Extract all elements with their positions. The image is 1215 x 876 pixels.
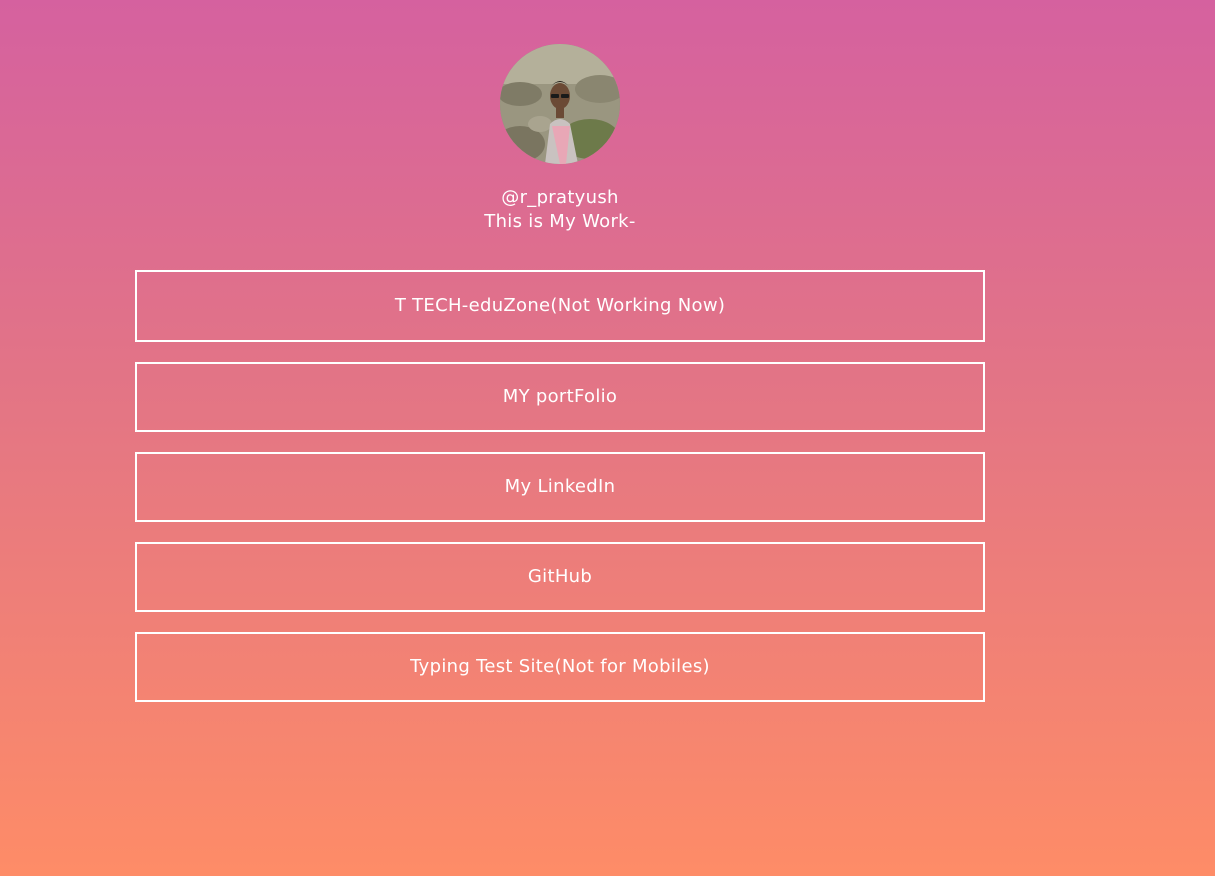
link-list: T TECH-eduZone(Not Working Now) MY portF… bbox=[135, 270, 985, 722]
link-button-github[interactable]: GitHub bbox=[135, 542, 985, 612]
link-button-portfolio[interactable]: MY portFolio bbox=[135, 362, 985, 432]
link-button-ttech-eduzone[interactable]: T TECH-eduZone(Not Working Now) bbox=[135, 270, 985, 342]
avatar bbox=[500, 44, 620, 164]
link-button-linkedin[interactable]: My LinkedIn bbox=[135, 452, 985, 522]
profile-tagline: This is My Work- bbox=[484, 211, 636, 232]
profile-handle: @r_pratyush bbox=[501, 187, 619, 208]
avatar-photo-icon bbox=[500, 44, 620, 164]
link-button-typing-test[interactable]: Typing Test Site(Not for Mobiles) bbox=[135, 632, 985, 702]
